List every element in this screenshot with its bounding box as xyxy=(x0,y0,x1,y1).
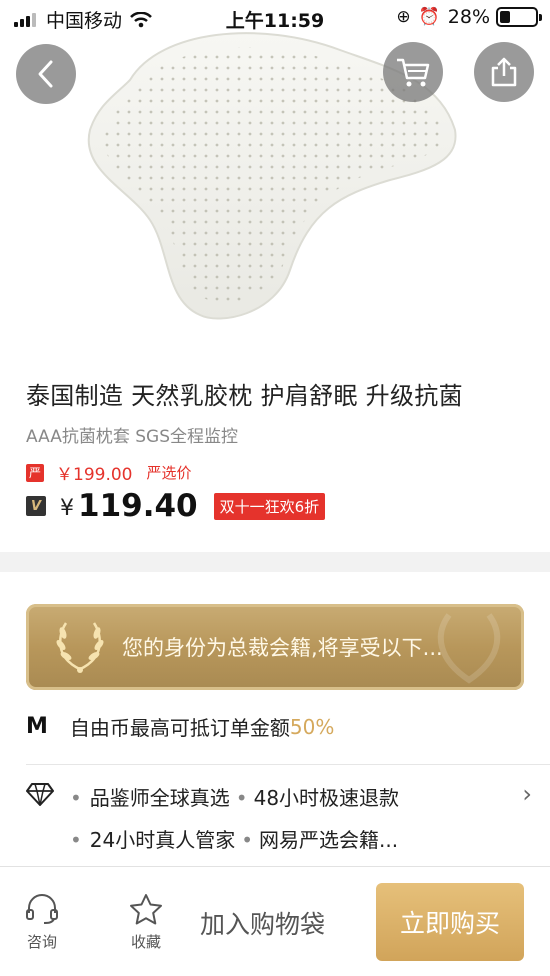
bottom-action-bar: 咨询 收藏 加入购物袋 立即购买 xyxy=(0,866,550,976)
favorite-label: 收藏 xyxy=(130,933,161,951)
battery-icon xyxy=(496,7,542,27)
service-item: 24小时真人管家 xyxy=(89,828,236,852)
vip-badge-icon: V xyxy=(26,496,46,516)
status-bar: 中国移动 上午11:59 ⊕ ⏰ 28% xyxy=(0,0,550,36)
favorite-button[interactable]: 收藏 xyxy=(116,893,176,952)
membership-banner-text: 您的身份为总裁会籍,将享受以下... xyxy=(122,636,443,660)
star-icon xyxy=(130,894,162,925)
divider xyxy=(26,764,550,765)
coin-text: 自由币最高可抵订单金额 xyxy=(69,716,290,740)
product-image-area xyxy=(0,0,550,352)
membership-banner[interactable]: 您的身份为总裁会籍,将享受以下... xyxy=(26,604,524,690)
product-subtitle: AAA抗菌枕套 SGS全程监控 xyxy=(26,427,238,447)
rotation-lock-icon: ⊕ xyxy=(396,7,411,27)
service-item: 品鉴师全球真选 xyxy=(89,786,230,810)
service-line-1[interactable]: • 品鉴师全球真选 • 48小时极速退款 xyxy=(70,782,399,811)
coin-row: M 自由币最高可抵订单金额 50% xyxy=(26,712,334,741)
banner-decoration-icon xyxy=(437,613,501,684)
alarm-icon: ⏰ xyxy=(418,7,440,27)
diamond-icon xyxy=(26,783,54,806)
product-title: 泰国制造 天然乳胶枕 护肩舒眠 升级抗菌 xyxy=(26,382,463,410)
vip-price: 119.40 xyxy=(78,488,198,524)
service-item: 48小时极速退款 xyxy=(253,786,400,810)
service-item: 网易严选会籍... xyxy=(259,828,399,852)
add-to-cart-button[interactable]: 加入购物袋 xyxy=(200,905,325,941)
promo-badge: 双十一狂欢6折 xyxy=(213,492,326,520)
product-info-section: 泰国制造 天然乳胶枕 护肩舒眠 升级抗菌 AAA抗菌枕套 SGS全程监控 严 ￥… xyxy=(0,352,550,552)
service-line-2[interactable]: • 24小时真人管家 • 网易严选会籍... xyxy=(70,824,398,853)
original-price-tag: 严选价 xyxy=(146,464,192,482)
original-price-row: 严 ￥199.00 严选价 xyxy=(26,460,192,485)
cart-button[interactable] xyxy=(383,42,443,102)
headset-icon xyxy=(26,894,58,924)
share-icon xyxy=(491,57,517,87)
share-button[interactable] xyxy=(474,42,534,102)
laurel-icon xyxy=(56,622,104,673)
vip-price-row: V ¥ 119.40 双十一狂欢6折 xyxy=(26,488,326,524)
chevron-right-icon[interactable]: › xyxy=(522,780,532,808)
buy-now-button[interactable]: 立即购买 xyxy=(376,883,524,961)
currency-symbol: ¥ xyxy=(60,495,74,521)
consult-label: 咨询 xyxy=(26,933,57,951)
cart-icon xyxy=(397,58,430,87)
chevron-left-icon xyxy=(38,60,53,88)
back-button[interactable] xyxy=(16,44,76,104)
consult-button[interactable]: 咨询 xyxy=(12,893,72,952)
membership-section: 您的身份为总裁会籍,将享受以下... M 自由币最高可抵订单金额 50% • 品鉴师… xyxy=(0,572,550,872)
yanxuan-badge-icon: 严 xyxy=(26,463,44,482)
coin-percent: 50% xyxy=(289,714,335,739)
original-price: ￥199.00 xyxy=(56,465,133,485)
battery-percent: 28% xyxy=(447,6,490,28)
coin-m-icon: M xyxy=(26,714,48,739)
